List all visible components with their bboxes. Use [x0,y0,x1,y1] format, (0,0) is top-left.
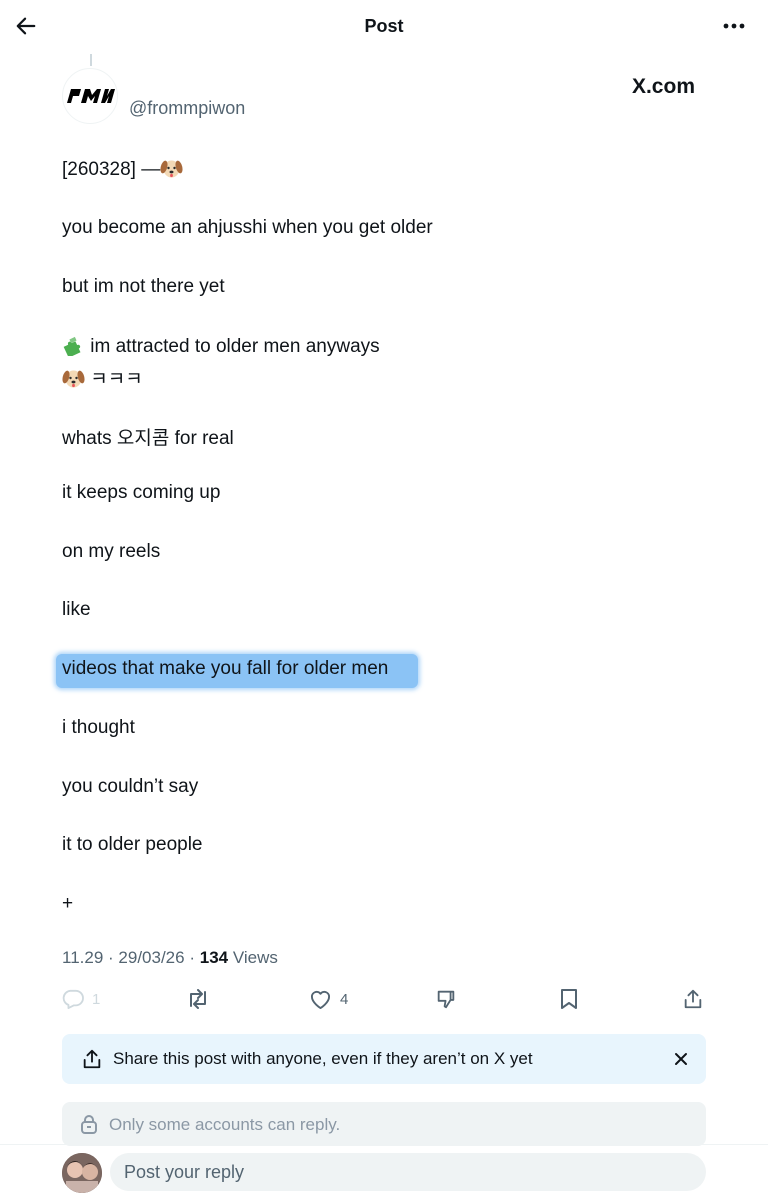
user-avatar[interactable] [62,1153,102,1193]
reply-restriction-notice: Only some accounts can reply. [62,1102,706,1146]
close-banner-button[interactable] [670,1048,692,1070]
pmw-logo-icon [67,89,115,103]
post-line: it keeps coming up [62,482,221,503]
post-line: like [62,599,91,620]
author-avatar[interactable] [62,68,118,124]
post-line-highlighted: videos that make you fall for older men [62,658,389,679]
post-line: whats 오지콤 for real [62,428,234,449]
puzzle-piece-icon [62,335,85,358]
like-count: 4 [340,990,349,1008]
close-icon [675,1053,687,1065]
post-line: it to older people [62,834,203,855]
post-line: ㅋㅋㅋ [62,364,143,391]
dislike-button[interactable] [435,984,457,1014]
like-button[interactable]: 4 [309,984,348,1014]
post-date: 29/03/26 [118,948,185,967]
post-line: im attracted to older men anyways [62,335,380,358]
post-time: 11.29 [62,948,104,967]
user-avatar-image [62,1153,102,1193]
share-banner-text: Share this post with anyone, even if the… [113,1049,533,1068]
share-icon [83,1049,101,1069]
post-line: [260328] — [62,158,183,181]
dog-face-icon [62,368,85,389]
heart-icon [310,990,331,1009]
post-line: but im not there yet [62,276,225,297]
share-icon [684,989,702,1009]
author-handle[interactable]: @frommpiwon [129,98,245,119]
bookmark-icon [561,989,577,1009]
thread-connector [90,54,92,66]
lock-icon [81,1115,97,1134]
repost-icon [190,989,206,1009]
post-line: + [62,893,74,914]
views-count: 134 [199,948,229,967]
share-banner[interactable]: Share this post with anyone, even if the… [62,1034,706,1084]
repost-button[interactable] [186,984,210,1014]
source-watermark: X.com [632,75,695,99]
post-line: on my reels [62,541,161,562]
bookmark-button[interactable] [559,984,579,1014]
reply-input[interactable] [110,1153,706,1191]
divider [0,1144,768,1145]
page-title: Post [364,16,404,36]
post-meta: 11.29 · 29/03/26 · 134 Views [62,948,278,968]
post-line: you couldn’t say [62,776,199,797]
action-bar: 1 4 [0,984,768,1014]
dog-face-icon [160,158,183,179]
post-line: i thought [62,717,135,738]
views-label[interactable]: Views [233,948,278,967]
reply-icon [62,989,84,1009]
more-options-button[interactable] [718,12,750,40]
thumbs-down-icon [437,990,455,1009]
more-horizontal-icon [723,23,745,29]
meta-separator: · [108,948,114,967]
source-label: X.com [631,75,695,98]
post-line: you become an ahjusshi when you get olde… [62,217,433,238]
reply-count: 1 [92,990,101,1008]
meta-separator: · [189,948,196,967]
reply-button[interactable]: 1 [62,984,100,1014]
share-button[interactable] [682,984,704,1014]
top-bar: Post [0,0,768,54]
reply-restriction-text: Only some accounts can reply. [109,1115,341,1134]
